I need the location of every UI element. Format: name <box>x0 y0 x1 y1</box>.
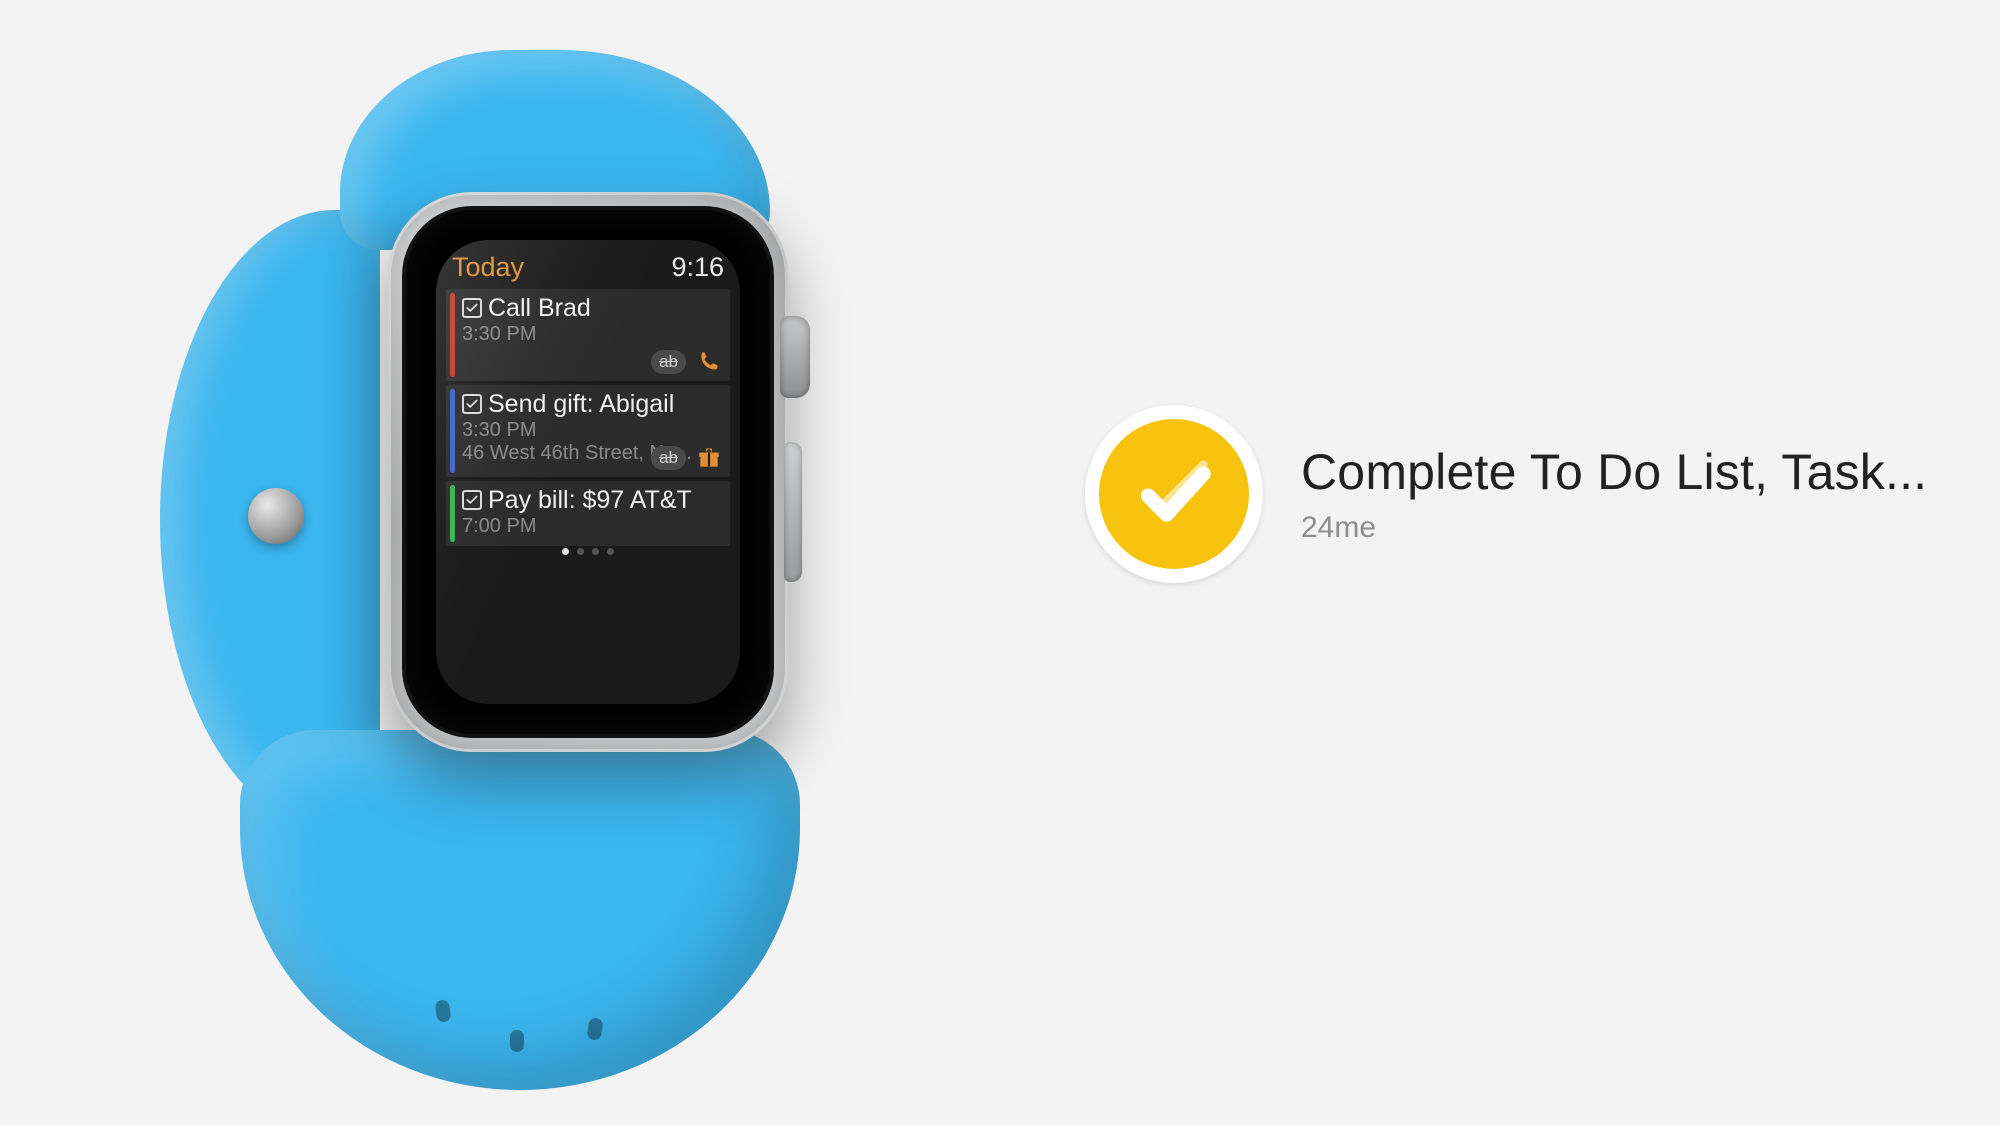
check-icon <box>465 493 479 507</box>
task-time: 3:30 PM <box>462 323 722 346</box>
page-dot[interactable] <box>562 548 569 555</box>
page-dot[interactable] <box>577 548 584 555</box>
strike-action[interactable]: ab <box>651 350 686 374</box>
clock-time: 9:16 <box>671 252 724 283</box>
task-title: Call Brad <box>488 295 591 321</box>
task-title: Pay bill: $97 AT&T <box>488 487 692 513</box>
app-icon <box>1085 405 1263 583</box>
watch-case: Today 9:16 Call Brad <box>388 192 788 752</box>
page-dot[interactable] <box>592 548 599 555</box>
task-list[interactable]: Call Brad 3:30 PM ab <box>446 289 730 546</box>
watch-mockup: Today 9:16 Call Brad <box>120 40 880 1100</box>
check-icon <box>465 301 479 315</box>
digital-crown[interactable] <box>780 316 810 398</box>
app-info-block: Complete To Do List, Task... 24me <box>1085 405 1927 583</box>
task-item[interactable]: Call Brad 3:30 PM ab <box>446 289 730 381</box>
task-title: Send gift: Abigail <box>488 391 674 417</box>
watch-band-pin <box>248 488 304 544</box>
task-color-stripe <box>450 389 455 473</box>
screen-title: Today <box>452 252 524 283</box>
page-dot[interactable] <box>607 548 614 555</box>
watch-bezel: Today 9:16 Call Brad <box>402 206 774 738</box>
page-indicator[interactable] <box>446 548 730 555</box>
app-vendor: 24me <box>1301 511 1927 545</box>
task-checkbox[interactable] <box>462 298 482 318</box>
watch-header: Today 9:16 <box>446 250 730 289</box>
check-icon <box>465 397 479 411</box>
gift-icon[interactable] <box>696 445 722 471</box>
app-text: Complete To Do List, Task... 24me <box>1301 443 1927 545</box>
task-checkbox[interactable] <box>462 490 482 510</box>
strike-action[interactable]: ab <box>651 446 686 470</box>
task-color-stripe <box>450 485 455 542</box>
task-item[interactable]: Pay bill: $97 AT&T 7:00 PM <box>446 481 730 546</box>
task-item[interactable]: Send gift: Abigail 3:30 PM 46 West 46th … <box>446 385 730 477</box>
task-time: 3:30 PM <box>462 419 722 442</box>
task-checkbox[interactable] <box>462 394 482 414</box>
checkmark-icon <box>1099 419 1249 569</box>
phone-icon[interactable] <box>696 349 722 375</box>
task-time: 7:00 PM <box>462 515 722 538</box>
watch-screen[interactable]: Today 9:16 Call Brad <box>436 240 740 704</box>
watch-band-hole <box>510 1030 524 1052</box>
task-color-stripe <box>450 293 455 377</box>
app-title: Complete To Do List, Task... <box>1301 443 1927 501</box>
side-button[interactable] <box>784 442 802 582</box>
